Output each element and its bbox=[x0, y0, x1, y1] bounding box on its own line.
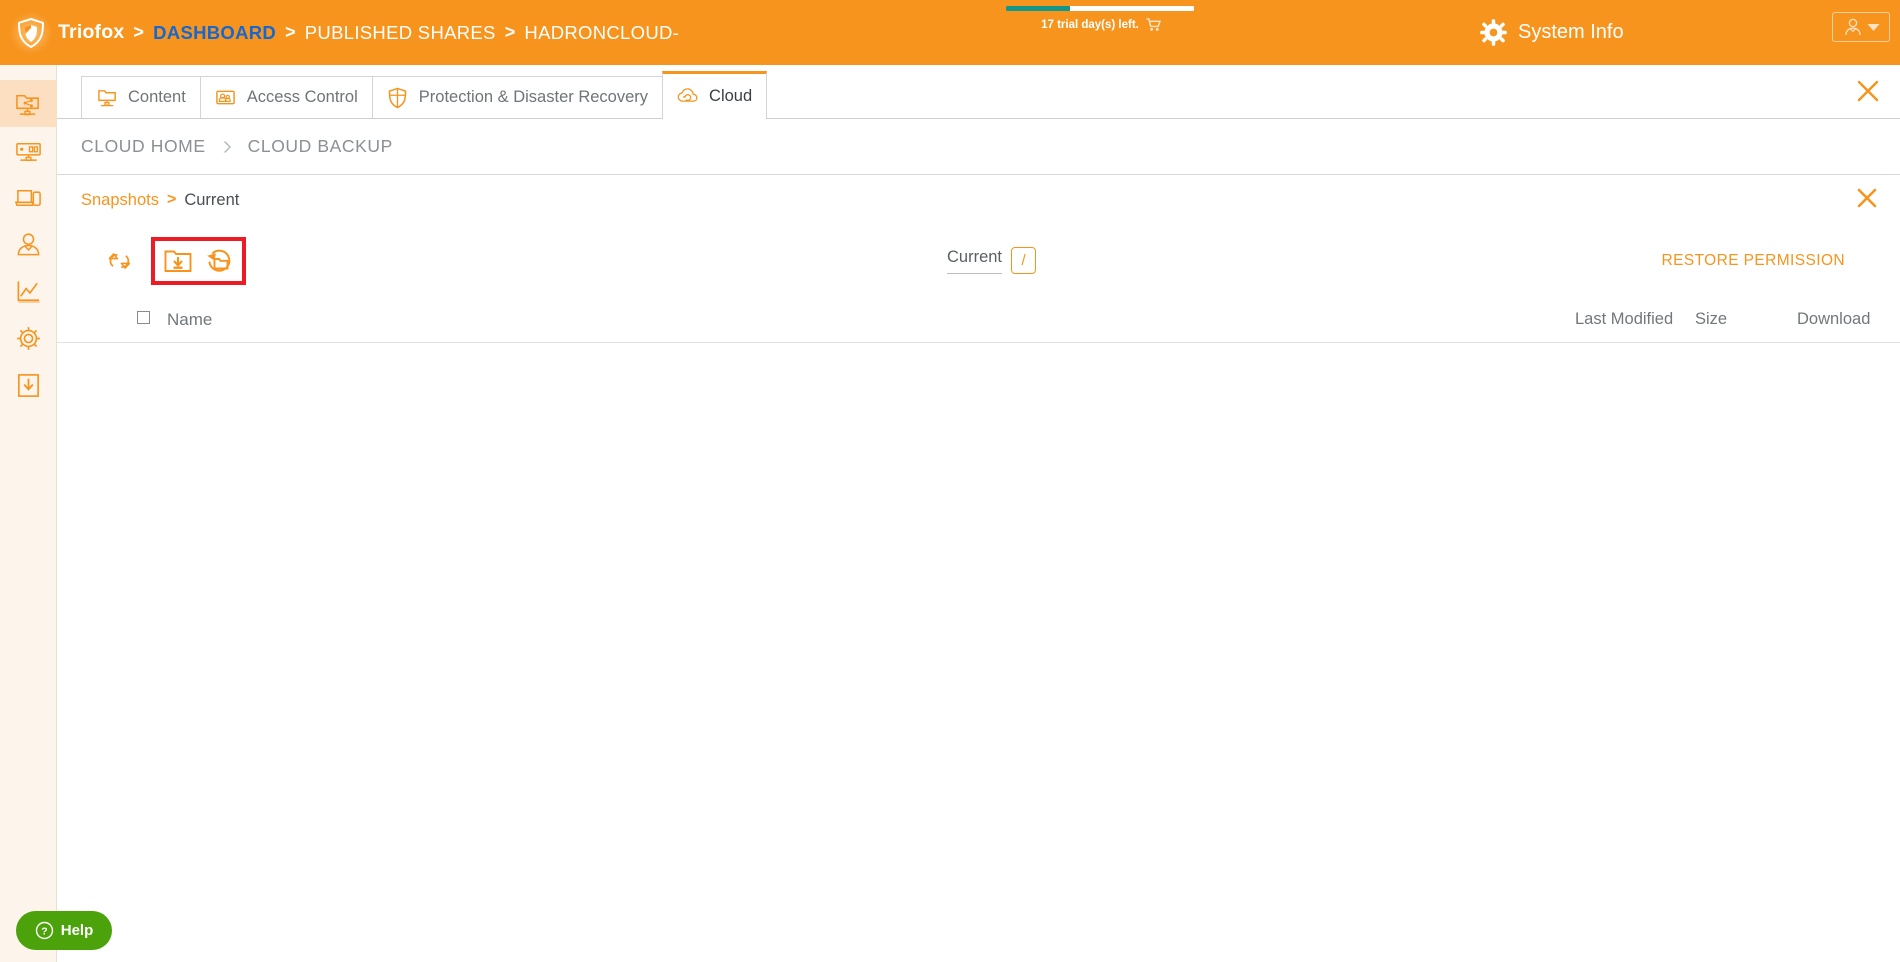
path-root-button[interactable]: / bbox=[1011, 247, 1037, 274]
breadcrumb-separator-3: > bbox=[504, 22, 516, 42]
main-panel: Content Access Control Protection & Disa… bbox=[57, 65, 1900, 962]
trial-days-label: 17 trial day(s) left. bbox=[1041, 19, 1139, 31]
sidebar-item-settings[interactable] bbox=[0, 315, 57, 362]
column-header-last-modified[interactable]: Last Modified bbox=[1575, 310, 1673, 329]
current-path-group: Current / bbox=[947, 247, 1037, 274]
chevron-right-icon bbox=[223, 141, 231, 152]
gear-icon bbox=[1480, 19, 1507, 46]
svg-text:?: ? bbox=[41, 927, 47, 938]
breadcrumb-separator-2: > bbox=[285, 22, 296, 42]
close-icon bbox=[1857, 188, 1877, 208]
cloud-backup-link[interactable]: CLOUD BACKUP bbox=[248, 136, 393, 157]
snapshots-breadcrumb-row: Snapshots > Current bbox=[57, 175, 1900, 225]
sidebar-item-shared-folder[interactable] bbox=[0, 80, 57, 127]
cloud-sync-icon bbox=[677, 85, 699, 107]
restore-permission-button[interactable]: RESTORE PERMISSION bbox=[1662, 252, 1845, 270]
app-logo[interactable] bbox=[0, 0, 62, 65]
snapshots-link[interactable]: Snapshots bbox=[81, 191, 159, 210]
breadcrumb-published-shares[interactable]: PUBLISHED SHARES bbox=[305, 22, 496, 44]
snapshots-current-label: Current bbox=[184, 190, 240, 209]
trial-progress-bar bbox=[1006, 6, 1194, 11]
trial-days-text-row: 17 trial day(s) left. bbox=[1006, 18, 1196, 32]
snapshot-toolbar: Current / RESTORE PERMISSION bbox=[57, 225, 1900, 297]
column-header-name[interactable]: Name bbox=[167, 310, 212, 330]
devices-icon bbox=[15, 189, 41, 206]
close-icon bbox=[1857, 80, 1879, 102]
question-circle-icon: ? bbox=[35, 921, 53, 940]
folder-network-icon bbox=[96, 87, 118, 109]
help-label: Help bbox=[60, 922, 94, 939]
download-folder-button[interactable] bbox=[161, 244, 195, 278]
user-avatar-icon bbox=[1844, 18, 1861, 36]
cart-icon[interactable] bbox=[1146, 18, 1161, 32]
breadcrumb: Triofox > DASHBOARD > PUBLISHED SHARES >… bbox=[58, 21, 679, 44]
column-header-download[interactable]: Download bbox=[1797, 310, 1870, 329]
close-panel-button[interactable] bbox=[1856, 79, 1880, 103]
file-table-body bbox=[57, 343, 1900, 903]
refresh-button[interactable] bbox=[103, 244, 137, 278]
logo-glow bbox=[10, 11, 52, 54]
tab-cloud[interactable]: Cloud bbox=[662, 71, 768, 119]
breadcrumb-share-name: HADRONCLOUD- bbox=[524, 21, 680, 43]
tab-pdr-label: Protection & Disaster Recovery bbox=[418, 88, 649, 106]
system-info-label: System Info bbox=[1518, 21, 1624, 43]
tab-cloud-label: Cloud bbox=[709, 86, 753, 105]
sidebar-item-users[interactable] bbox=[0, 221, 57, 268]
gear-icon bbox=[17, 327, 40, 350]
shield-icon bbox=[387, 87, 409, 109]
cloud-breadcrumb: CLOUD HOME CLOUD BACKUP bbox=[57, 119, 1900, 175]
trial-progress-fill bbox=[1006, 6, 1070, 11]
column-header-size[interactable]: Size bbox=[1695, 310, 1727, 329]
user-menu-button[interactable] bbox=[1832, 12, 1890, 42]
sync-refresh-icon bbox=[108, 253, 131, 269]
highlighted-actions-group bbox=[151, 237, 246, 285]
download-box-icon bbox=[18, 374, 39, 397]
shared-folder-icon bbox=[16, 95, 39, 116]
trial-status: 17 trial day(s) left. bbox=[1006, 6, 1196, 32]
help-button[interactable]: ? Help bbox=[16, 911, 112, 950]
tab-access-control-label: Access Control bbox=[246, 88, 358, 106]
sidebar-item-devices[interactable] bbox=[0, 174, 57, 221]
left-sidebar bbox=[0, 65, 57, 962]
breadcrumb-dashboard[interactable]: DASHBOARD bbox=[153, 22, 276, 44]
breadcrumb-separator-1: > bbox=[133, 22, 145, 42]
user-permissions-icon bbox=[215, 87, 237, 109]
tab-content[interactable]: Content bbox=[81, 76, 201, 118]
top-bar: Triofox > DASHBOARD > PUBLISHED SHARES >… bbox=[0, 0, 1900, 65]
chart-line-icon bbox=[17, 281, 40, 303]
file-table-header: Name Last Modified Size Download bbox=[57, 297, 1900, 343]
system-info-button[interactable]: System Info bbox=[1480, 0, 1624, 65]
tab-bar: Content Access Control Protection & Disa… bbox=[57, 65, 1900, 119]
sidebar-item-reports[interactable] bbox=[0, 268, 57, 315]
chevron-down-icon bbox=[1867, 23, 1879, 31]
user-icon bbox=[17, 233, 40, 256]
select-all-checkbox[interactable] bbox=[137, 311, 150, 324]
current-snapshot-label: Current bbox=[947, 248, 1003, 274]
sidebar-item-server[interactable] bbox=[0, 127, 57, 174]
close-snapshots-button[interactable] bbox=[1856, 187, 1878, 209]
tab-protection-disaster-recovery[interactable]: Protection & Disaster Recovery bbox=[371, 76, 664, 118]
triofox-shield-logo-icon bbox=[17, 17, 45, 48]
brand-name: Triofox bbox=[58, 21, 125, 43]
download-folder-icon bbox=[164, 250, 192, 272]
snapshots-separator: > bbox=[166, 191, 177, 208]
select-all-checkbox-wrap[interactable] bbox=[137, 311, 150, 329]
tab-content-label: Content bbox=[128, 88, 186, 106]
cloud-home-link[interactable]: CLOUD HOME bbox=[81, 136, 206, 157]
sidebar-item-downloads[interactable] bbox=[0, 362, 57, 409]
tab-access-control[interactable]: Access Control bbox=[199, 76, 373, 118]
server-monitor-icon bbox=[16, 142, 41, 162]
restore-folder-button[interactable] bbox=[202, 244, 236, 278]
restore-folder-icon bbox=[207, 249, 231, 272]
